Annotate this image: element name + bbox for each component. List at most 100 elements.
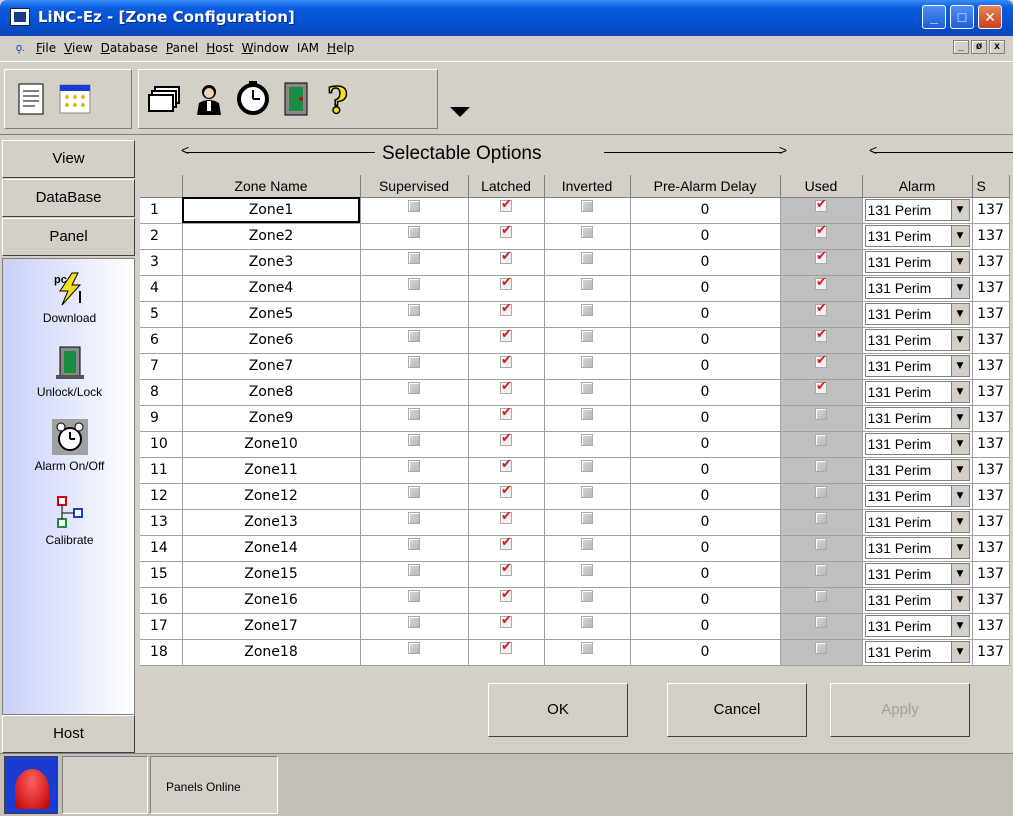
alarm-dropdown[interactable]: 131 Perim ▼ [864,459,970,481]
alarm-cell[interactable]: 131 Perim ▼ [862,561,973,588]
inverted-cell[interactable] [544,457,631,484]
inverted-checkbox[interactable] [581,226,593,238]
menu-iam[interactable]: IAM [297,41,319,55]
used-checkbox[interactable] [815,275,827,290]
alarm-cell[interactable]: 131 Perim ▼ [862,457,973,484]
inverted-checkbox[interactable] [581,538,593,550]
supervised-cell[interactable] [360,431,469,458]
supervised-checkbox[interactable] [408,252,420,264]
chevron-down-icon[interactable]: ▼ [950,460,969,480]
latched-cell[interactable] [468,457,545,484]
chevron-down-icon[interactable]: ▼ [950,408,969,428]
alarm-dropdown[interactable]: 131 Perim ▼ [864,641,970,663]
supervised-checkbox[interactable] [408,330,420,342]
used-checkbox[interactable] [815,590,827,602]
maximize-button[interactable]: □ [950,5,974,29]
inverted-cell[interactable] [544,509,631,536]
inverted-checkbox[interactable] [581,642,593,654]
inverted-cell[interactable] [544,353,631,380]
alarm-dropdown[interactable]: 131 Perim ▼ [864,303,970,325]
supervised-checkbox[interactable] [408,564,420,576]
nav-database-button[interactable]: DataBase [2,179,135,217]
inverted-cell[interactable] [544,613,631,640]
used-cell[interactable] [780,327,863,354]
pre-alarm-delay-cell[interactable]: 0 [630,457,781,484]
supervised-cell[interactable] [360,483,469,510]
alarm-dropdown[interactable]: 131 Perim ▼ [864,511,970,533]
clock-icon[interactable] [233,77,273,121]
used-cell[interactable] [780,457,863,484]
inverted-cell[interactable] [544,327,631,354]
alarm-dropdown[interactable]: 131 Perim ▼ [864,485,970,507]
used-cell[interactable] [780,587,863,614]
latched-cell[interactable] [468,301,545,328]
supervised-cell[interactable] [360,561,469,588]
latched-cell[interactable] [468,249,545,276]
s-cell[interactable]: 137 [972,613,1010,640]
latched-checkbox[interactable] [500,431,512,446]
zone-name-cell[interactable]: Zone1 [182,197,361,224]
s-cell[interactable]: 137 [972,483,1010,510]
used-checkbox[interactable] [815,379,827,394]
pre-alarm-delay-cell[interactable]: 0 [630,535,781,562]
chevron-down-icon[interactable]: ▼ [950,252,969,272]
used-checkbox[interactable] [815,616,827,628]
used-cell[interactable] [780,639,863,666]
latched-checkbox[interactable] [500,353,512,368]
s-cell[interactable]: 137 [972,223,1010,250]
calibrate-item[interactable]: Calibrate [3,493,136,547]
used-checkbox[interactable] [815,564,827,576]
alarm-dropdown[interactable]: 131 Perim ▼ [864,225,970,247]
menu-panel[interactable]: Panel [166,41,198,55]
inverted-checkbox[interactable] [581,356,593,368]
s-cell[interactable]: 137 [972,353,1010,380]
pre-alarm-delay-cell[interactable]: 0 [630,483,781,510]
chevron-down-icon[interactable]: ▼ [950,538,969,558]
latched-checkbox[interactable] [500,223,512,238]
used-cell[interactable] [780,249,863,276]
supervised-checkbox[interactable] [408,460,420,472]
used-cell[interactable] [780,483,863,510]
inverted-cell[interactable] [544,587,631,614]
alarm-cell[interactable]: 131 Perim ▼ [862,483,973,510]
latched-checkbox[interactable] [500,327,512,342]
latched-cell[interactable] [468,561,545,588]
inverted-cell[interactable] [544,639,631,666]
zone-name-cell[interactable]: Zone5 [182,301,361,328]
alarm-dropdown[interactable]: 131 Perim ▼ [864,355,970,377]
supervised-cell[interactable] [360,405,469,432]
zone-name-cell[interactable]: Zone14 [182,535,361,562]
col-inverted[interactable]: Inverted [544,175,631,198]
chevron-down-icon[interactable]: ▼ [950,356,969,376]
child-minimize-button[interactable]: _ [953,40,969,54]
zone-name-cell[interactable]: Zone15 [182,561,361,588]
used-cell[interactable] [780,509,863,536]
supervised-checkbox[interactable] [408,408,420,420]
chevron-down-icon[interactable]: ▼ [950,382,969,402]
latched-cell[interactable] [468,275,545,302]
supervised-cell[interactable] [360,197,469,224]
s-cell[interactable]: 137 [972,535,1010,562]
used-checkbox[interactable] [815,408,827,420]
alarm-dropdown[interactable]: 131 Perim ▼ [864,199,970,221]
download-item[interactable]: pc Download [3,271,136,325]
nav-view-button[interactable]: View [2,140,135,178]
inverted-checkbox[interactable] [581,434,593,446]
inverted-checkbox[interactable] [581,616,593,628]
zone-name-cell[interactable]: Zone7 [182,353,361,380]
latched-cell[interactable] [468,587,545,614]
supervised-checkbox[interactable] [408,382,420,394]
alarm-dropdown[interactable]: 131 Perim ▼ [864,563,970,585]
inverted-checkbox[interactable] [581,486,593,498]
toolbar-dropdown-icon[interactable] [450,107,470,117]
supervised-cell[interactable] [360,457,469,484]
alarm-dropdown[interactable]: 131 Perim ▼ [864,381,970,403]
latched-cell[interactable] [468,535,545,562]
supervised-cell[interactable] [360,613,469,640]
menu-help[interactable]: Help [327,41,354,55]
inverted-cell[interactable] [544,223,631,250]
used-cell[interactable] [780,561,863,588]
used-cell[interactable] [780,379,863,406]
s-cell[interactable]: 137 [972,301,1010,328]
chevron-down-icon[interactable]: ▼ [950,590,969,610]
